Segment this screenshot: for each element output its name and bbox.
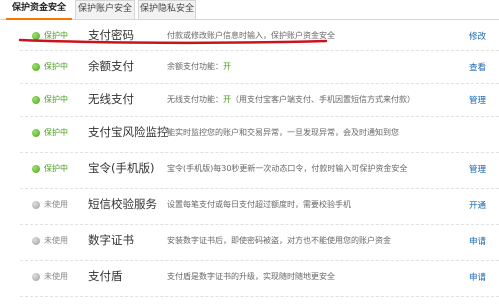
status-label: 保护中 [44, 164, 68, 173]
description-prefix: 余额支付功能： [167, 62, 223, 71]
status-label: 未使用 [44, 236, 68, 245]
status-label: 保护中 [44, 128, 68, 137]
manage-link[interactable]: 管理 [469, 163, 486, 175]
service-description: 支付盾是数字证书的升级，实现随时随地更安全 [167, 272, 335, 281]
red-underline-annotation [18, 38, 328, 45]
list-item-payment-shield: 未使用 支付盾 支付盾是数字证书的升级，实现随时随地更安全 申请 [20, 261, 499, 297]
modify-link[interactable]: 修改 [469, 30, 486, 42]
feature-status-on: 开 [223, 95, 231, 104]
description-prefix: 无线支付功能： [167, 95, 223, 104]
status-off-icon [32, 273, 40, 281]
status-on-icon [32, 129, 40, 137]
service-description: 安装数字证书后，即使密码被盗，对方也不能使用您的账户资金 [167, 236, 391, 245]
activate-link[interactable]: 开通 [469, 199, 486, 211]
list-item-balance-payment: 保护中 余额支付 余额支付功能：开 查看 [20, 51, 499, 84]
list-item-wireless-payment: 保护中 无线支付 无线支付功能：开（用支付宝客户端支付、手机因置短信方式来付款）… [20, 84, 499, 117]
view-link[interactable]: 查看 [469, 61, 486, 73]
service-description: 无线支付功能：开（用支付宝客户端支付、手机因置短信方式来付款） [167, 94, 415, 105]
feature-status-on: 开 [223, 62, 231, 71]
description-suffix: （用支付宝客户端支付、手机因置短信方式来付款） [231, 95, 415, 104]
service-description: 宝令(手机版)每30秒更新一次动态口令，付款时输入可保护资金安全 [167, 164, 408, 173]
security-service-list: 保护中 支付密码 付款或修改账户信息时输入，保护账户资金安全 修改 保护中 余额… [20, 20, 499, 297]
service-name: 余额支付 [88, 59, 134, 73]
service-name: 宝令(手机版) [88, 161, 155, 175]
service-name: 支付盾 [88, 269, 123, 283]
status-label: 保护中 [44, 62, 68, 71]
list-item-digital-certificate: 未使用 数字证书 安装数字证书后，即使密码被盗，对方也不能使用您的账户资金 申请 [20, 225, 499, 261]
apply-link[interactable]: 申请 [469, 271, 486, 283]
apply-link[interactable]: 申请 [469, 235, 486, 247]
status-label: 保护中 [44, 95, 68, 104]
tab-fund-security[interactable]: 保护资金安全 [6, 0, 72, 20]
status-label: 未使用 [44, 272, 68, 281]
manage-link[interactable]: 管理 [469, 94, 486, 106]
service-name: 数字证书 [88, 233, 134, 247]
service-description: 设置每笔支付或每日支付超过额度时，需要校验手机 [167, 200, 351, 209]
list-item-sms-verification: 未使用 短信校验服务 设置每笔支付或每日支付超过额度时，需要校验手机 开通 [20, 189, 499, 225]
service-name: 无线支付 [88, 92, 134, 106]
tab-bar: 保护资金安全 保护账户安全 保护隐私安全 [0, 0, 499, 20]
tab-account-security[interactable]: 保护账户安全 [75, 0, 135, 19]
status-off-icon [32, 237, 40, 245]
service-description: 余额支付功能：开 [167, 61, 231, 72]
status-on-icon [32, 96, 40, 104]
list-item-risk-monitoring: 保护中 支付宝风险监控 能实时监控您的账户和交易异常，一旦发现异常，会及时通知到… [20, 117, 499, 153]
service-description: 能实时监控您的账户和交易异常，一旦发现异常，会及时通知到您 [167, 128, 399, 137]
status-label: 未使用 [44, 200, 68, 209]
status-off-icon [32, 201, 40, 209]
status-on-icon [32, 165, 40, 173]
service-name: 短信校验服务 [88, 197, 157, 211]
tab-privacy-security[interactable]: 保护隐私安全 [138, 0, 196, 19]
service-name: 支付宝风险监控 [88, 125, 169, 139]
list-item-mobile-token: 保护中 宝令(手机版) 宝令(手机版)每30秒更新一次动态口令，付款时输入可保护… [20, 153, 499, 189]
status-on-icon [32, 63, 40, 71]
